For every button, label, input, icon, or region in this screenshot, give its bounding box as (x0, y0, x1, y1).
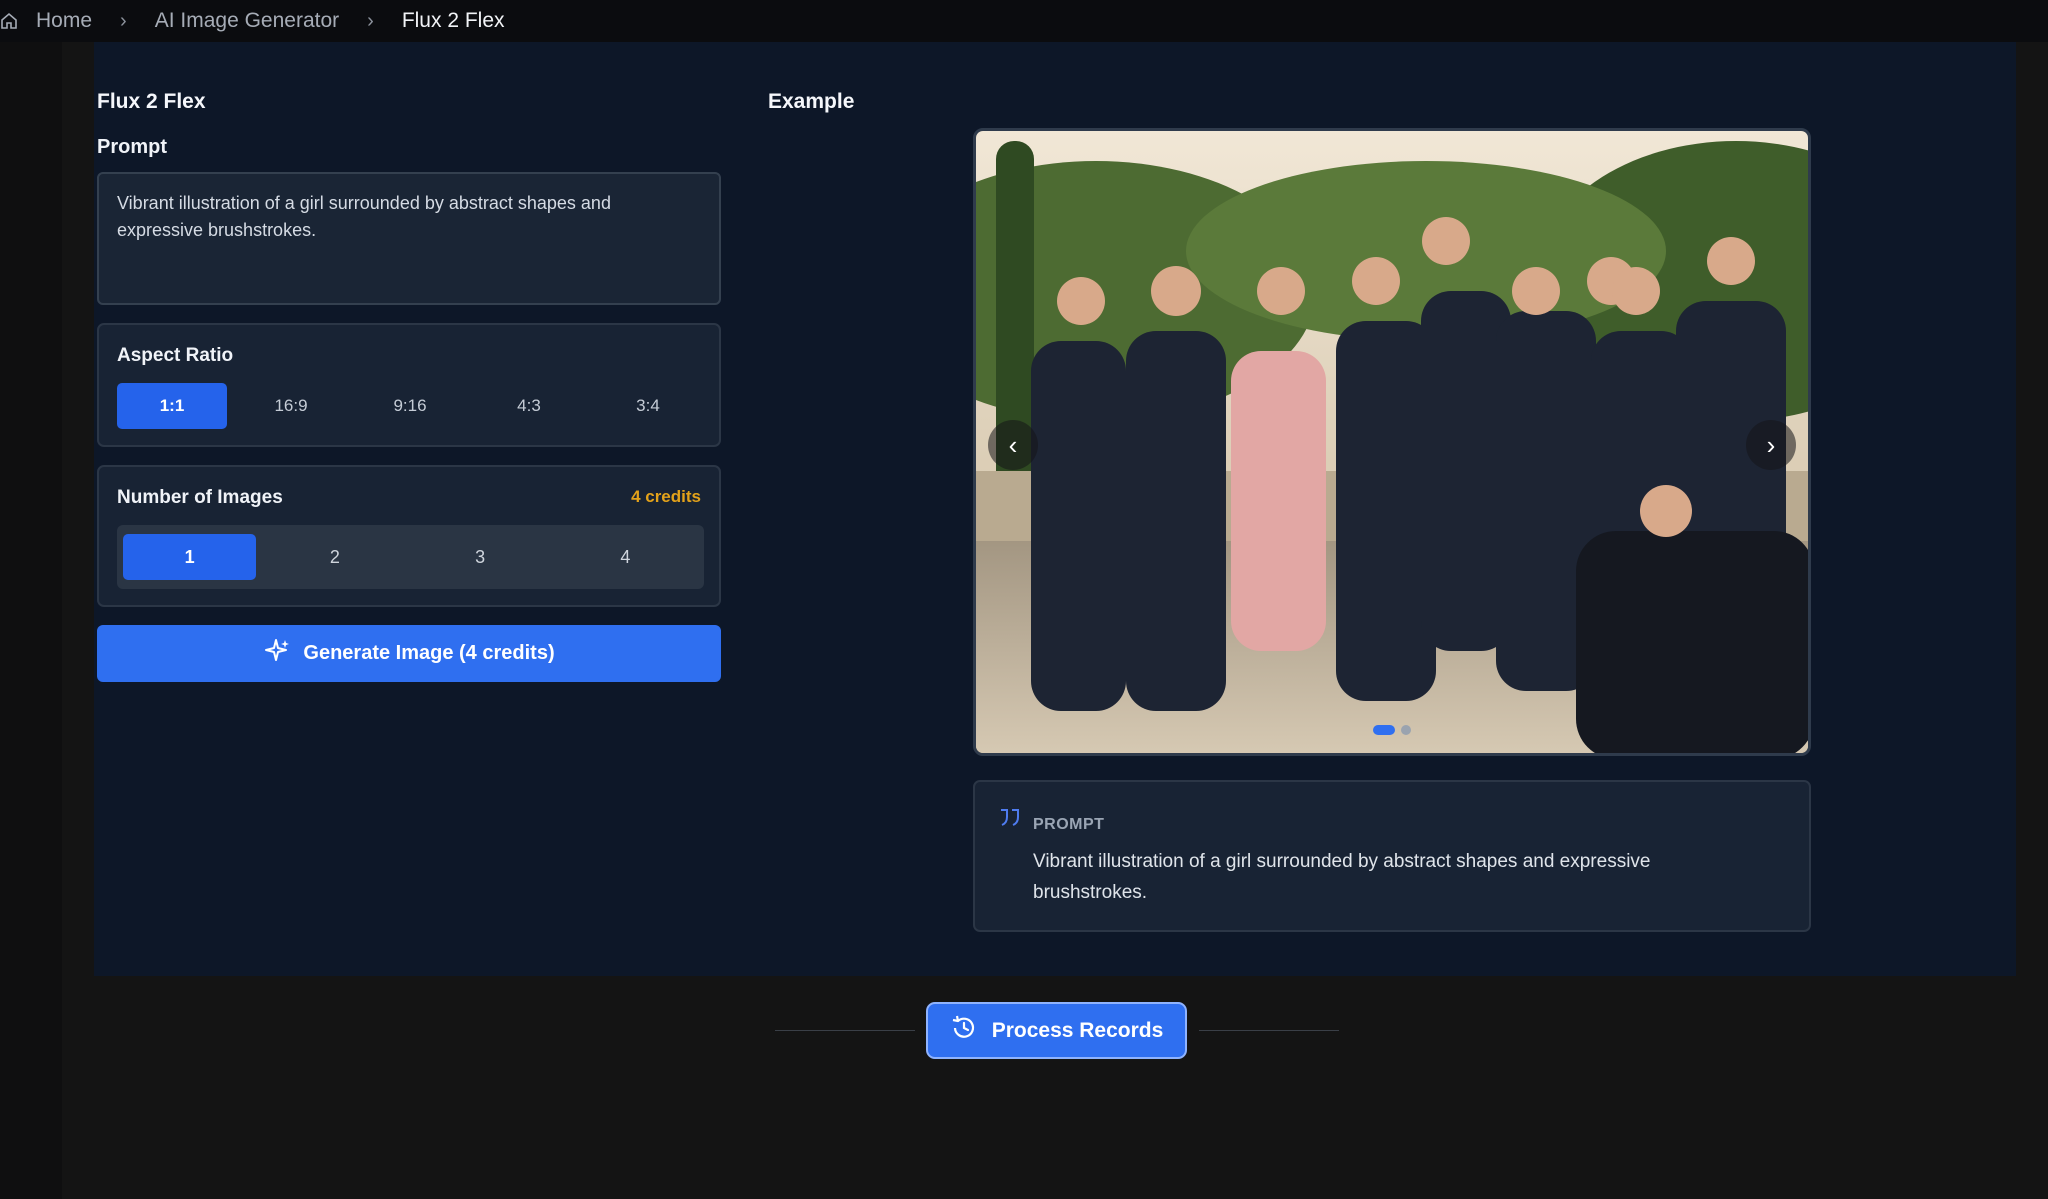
ratio-option-9-16[interactable]: 9:16 (355, 383, 465, 429)
breadcrumb: Home › AI Image Generator › Flux 2 Flex (0, 0, 2048, 42)
process-records-label: Process Records (991, 1018, 1164, 1042)
ratio-option-16-9[interactable]: 16:9 (236, 383, 346, 429)
carousel-dot-2[interactable] (1401, 725, 1411, 735)
generate-image-button[interactable]: Generate Image (4 credits) (97, 625, 721, 682)
example-prompt-heading: PROMPT (1033, 816, 1105, 833)
carousel-prev-button[interactable]: ‹ (988, 420, 1038, 470)
carousel-next-button[interactable]: › (1746, 420, 1796, 470)
aspect-ratio-card: Aspect Ratio 1:1 16:9 9:16 4:3 3:4 (97, 323, 721, 447)
breadcrumb-current: Flux 2 Flex (401, 9, 505, 32)
num-images-option-1[interactable]: 1 (123, 534, 257, 580)
carousel-dots (1373, 725, 1411, 735)
credits-badge: 4 credits (631, 487, 701, 506)
history-icon (950, 1014, 978, 1048)
num-images-option-3[interactable]: 3 (414, 534, 547, 580)
prompt-input[interactable]: Vibrant illustration of a girl surrounde… (97, 172, 721, 305)
num-images-option-2[interactable]: 2 (268, 534, 401, 580)
example-photo (976, 131, 1808, 753)
ratio-option-3-4[interactable]: 3:4 (593, 383, 703, 429)
ratio-option-1-1[interactable]: 1:1 (117, 383, 227, 429)
process-records-button[interactable]: Process Records (926, 1002, 1187, 1059)
breadcrumb-home[interactable]: Home (36, 9, 92, 33)
divider-right (1199, 1030, 1339, 1031)
ratio-option-4-3[interactable]: 4:3 (474, 383, 584, 429)
carousel-dot-1[interactable] (1373, 725, 1395, 735)
example-title: Example (768, 90, 855, 113)
home-icon[interactable] (0, 12, 18, 30)
generate-image-label: Generate Image (4 credits) (303, 642, 555, 664)
breadcrumb-section[interactable]: AI Image Generator (155, 9, 339, 33)
num-images-card: Number of Images 4 credits 1 2 3 4 (97, 465, 721, 607)
quote-icon (999, 808, 1021, 833)
num-images-options: 1 2 3 4 (117, 525, 704, 589)
num-images-label: Number of Images (117, 487, 283, 508)
sparkle-icon (263, 637, 291, 671)
divider-left (775, 1030, 915, 1031)
records-section: Process Records (0, 1002, 2048, 1062)
chevron-right-icon: › (367, 9, 374, 32)
chevron-right-icon: › (120, 9, 127, 32)
example-prompt-text: Vibrant illustration of a girl surrounde… (1033, 851, 1651, 903)
example-prompt-card: PROMPT Vibrant illustration of a girl su… (973, 780, 1811, 932)
example-image-carousel[interactable]: ‹ › (973, 128, 1811, 756)
aspect-ratio-options: 1:1 16:9 9:16 4:3 3:4 (117, 383, 712, 429)
form-title: Flux 2 Flex (97, 90, 206, 113)
prompt-label: Prompt (97, 136, 167, 158)
num-images-option-4[interactable]: 4 (559, 534, 692, 580)
aspect-ratio-label: Aspect Ratio (117, 345, 234, 366)
